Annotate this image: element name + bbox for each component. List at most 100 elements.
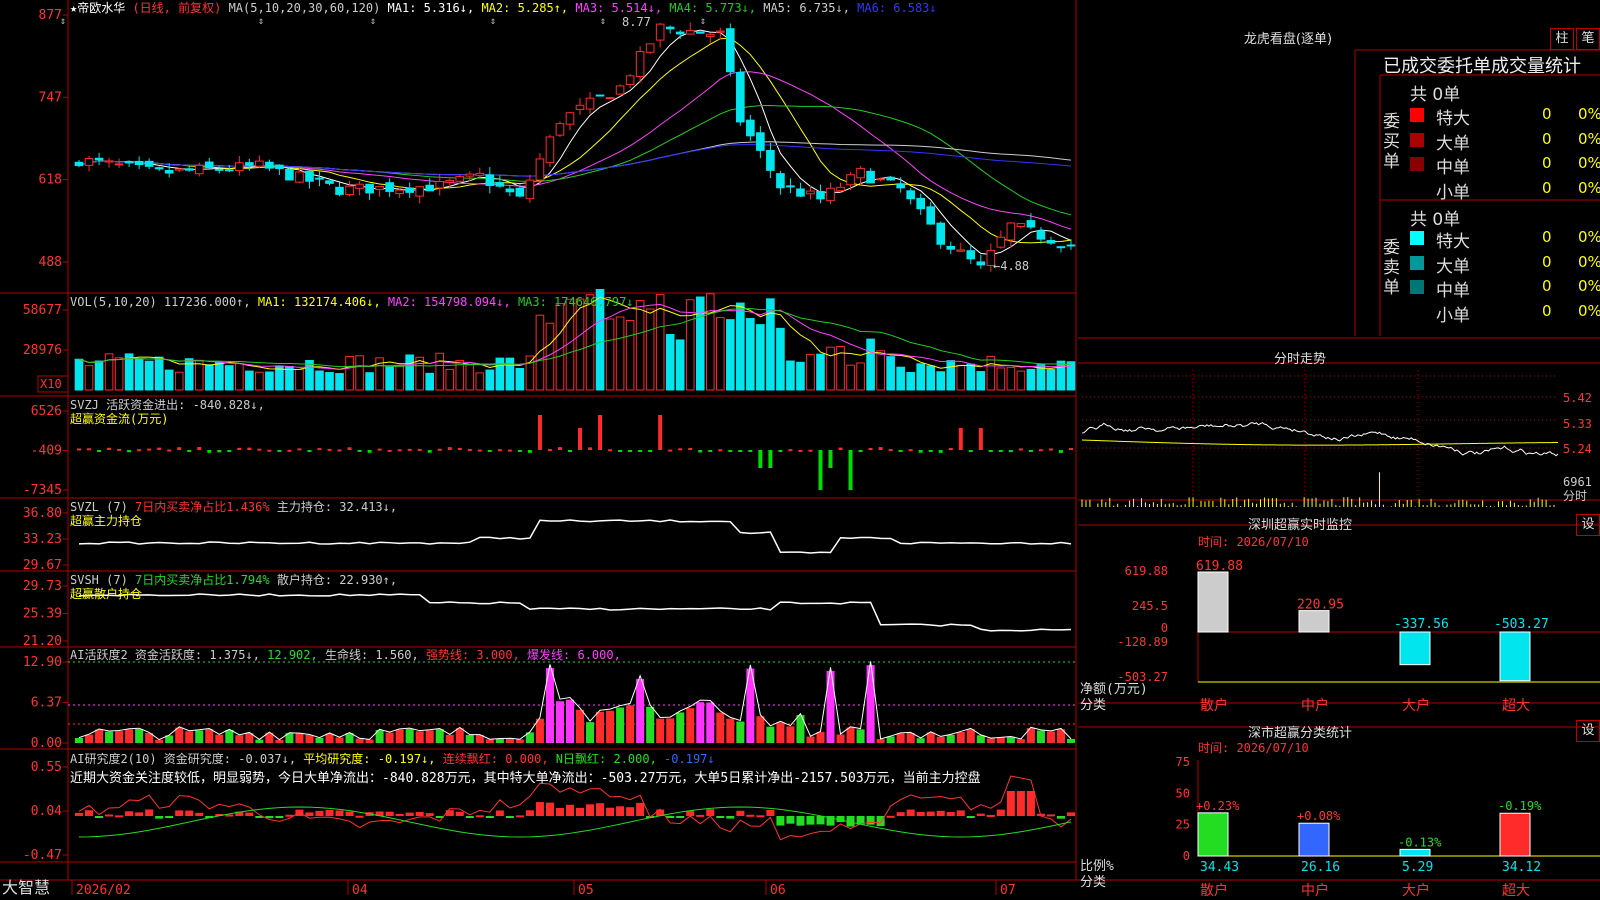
candle-body: [816, 190, 825, 200]
activity-bar: [455, 728, 464, 743]
volume-bar: [705, 293, 715, 391]
activity-bar: [495, 738, 504, 743]
volume-bar: [966, 363, 976, 391]
research-bar: [385, 811, 394, 816]
flow-bar: [507, 449, 512, 452]
flow-bar: [227, 450, 232, 452]
activity-bar: [235, 735, 244, 743]
activity-bar: [716, 712, 725, 743]
svzj-header: SVZJ 活跃资金进出: -840.828↓,: [70, 397, 265, 412]
flow-bar: [437, 448, 442, 451]
flow-bar: [818, 450, 823, 490]
candle-body: [385, 182, 394, 192]
volume-bar: [796, 361, 805, 391]
flow-bar: [878, 447, 883, 450]
flow-bar: [287, 449, 292, 452]
activity-bar: [95, 729, 104, 743]
flow-bar: [1058, 450, 1063, 453]
activity-bar: [766, 726, 775, 743]
classify-change: -0.19%: [1498, 799, 1542, 813]
volume-bar: [645, 308, 655, 391]
flow-bar: [848, 450, 853, 490]
candle-body: [806, 190, 815, 195]
monitor-settings-button[interactable]: 设: [1576, 514, 1600, 536]
flow-bar: [347, 447, 352, 450]
activity-bar: [205, 729, 214, 743]
classify-category: 散户: [1200, 882, 1228, 899]
monitor-category: 大户: [1402, 697, 1430, 714]
volume-bar: [84, 365, 94, 391]
flow-bar: [157, 447, 162, 450]
activity-bar: [876, 739, 885, 743]
price-y-tick: 488: [39, 255, 62, 270]
classify-value: 34.12: [1502, 860, 1541, 875]
volume-bar: [425, 372, 435, 391]
candle-body: [1066, 244, 1076, 247]
flow-bar: [708, 450, 713, 452]
flow-bar: [487, 450, 492, 452]
candle-body: [876, 178, 885, 181]
candle-body: [866, 170, 875, 184]
research-bar: [395, 813, 404, 816]
flow-bar: [1028, 450, 1033, 452]
flow-bar: [517, 450, 522, 452]
flow-bar: [457, 447, 462, 450]
monitor-category: 散户: [1200, 697, 1228, 714]
volume-bar: [104, 353, 114, 391]
activity-bar: [1066, 738, 1075, 743]
color-swatch: [1410, 255, 1424, 270]
candle-body: [726, 28, 735, 73]
candle-body: [1056, 246, 1066, 249]
activity-bar: [936, 736, 945, 743]
activity-bar: [225, 729, 234, 743]
volume-bar: [976, 371, 986, 391]
research-bar: [736, 810, 745, 816]
flow-bar: [267, 449, 272, 452]
bar-mode-button[interactable]: 柱: [1550, 28, 1574, 50]
volume-bar: [906, 372, 915, 391]
flow-bar: [658, 415, 663, 450]
flow-bar: [678, 448, 683, 451]
flow-bar: [447, 447, 452, 450]
research-bar: [576, 807, 585, 816]
volume-bar: [345, 355, 354, 391]
activity-bar: [976, 735, 985, 743]
candle-body: [996, 236, 1006, 248]
sell-side-label: 委卖单: [1383, 238, 1400, 298]
classify-settings-button[interactable]: 设: [1576, 720, 1600, 742]
candle-body: [365, 183, 374, 194]
activity-bar: [646, 706, 655, 743]
intraday-title: 分时走势: [1273, 352, 1326, 367]
activity-bar: [405, 728, 414, 743]
research-bar: [756, 815, 765, 818]
flow-bar: [207, 450, 212, 453]
flow-bar: [427, 450, 432, 453]
candle-body: [595, 94, 605, 97]
research-bar: [626, 807, 635, 816]
activity-bar: [656, 718, 665, 743]
volume-bar: [134, 358, 144, 391]
color-swatch: [1410, 304, 1424, 319]
activity-bar: [1046, 731, 1055, 743]
volume-bar: [605, 318, 615, 391]
activity-bar: [856, 729, 865, 743]
activity-bar: [826, 670, 835, 743]
row-label: 小单: [1436, 182, 1470, 203]
tick-mode-button[interactable]: 笔: [1576, 28, 1600, 50]
volume-bar: [996, 367, 1006, 391]
row-count: 0: [1542, 301, 1552, 320]
activity-bar: [415, 731, 424, 743]
activity-bar: [385, 732, 394, 743]
candle-body: [836, 186, 845, 192]
research-bar: [746, 814, 755, 817]
research-bar: [345, 811, 354, 816]
candle-body: [315, 177, 324, 180]
classify-date: 时间: 2026/07/10: [1198, 741, 1309, 755]
kline-chart-area[interactable]: 877 747 618 488 8.77 ←4.88 ★帝欧水华 (日线, 前复权) MA(…: [0, 0, 1600, 900]
candle-body: [966, 250, 976, 260]
research-bar: [525, 810, 534, 816]
row-count: 0: [1542, 277, 1552, 295]
research-bar: [535, 802, 544, 816]
monitor-y-tick: 0: [1161, 621, 1168, 635]
flow-bar: [77, 448, 82, 451]
